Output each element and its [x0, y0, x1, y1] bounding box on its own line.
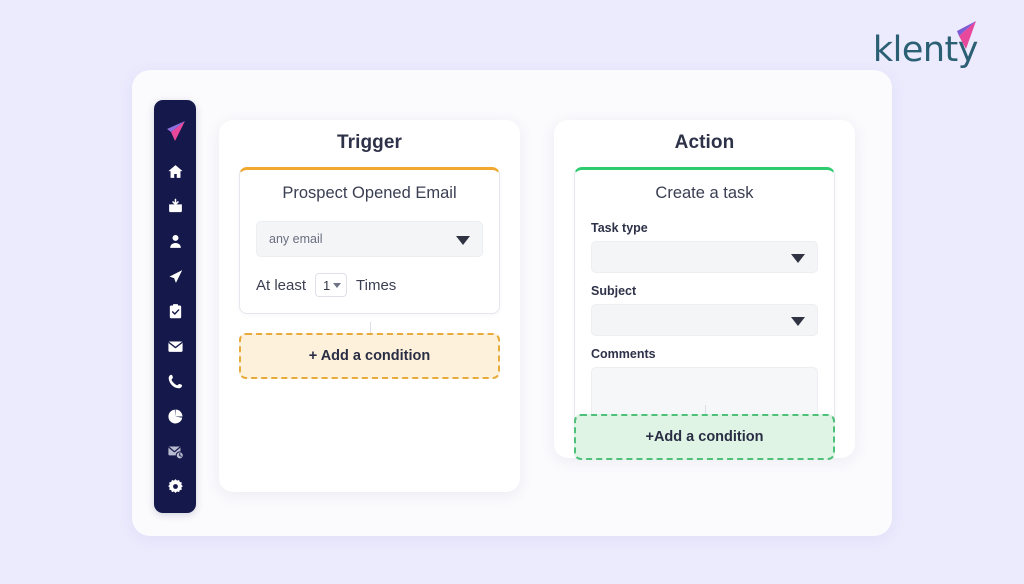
sidebar-item-prospects[interactable]	[154, 224, 196, 259]
sidebar-item-cadences[interactable]	[154, 259, 196, 294]
sidebar-item-home[interactable]	[154, 154, 196, 189]
trigger-occurrence-count-value: 1	[323, 277, 331, 293]
gear-icon	[167, 479, 183, 494]
task-type-select[interactable]	[591, 241, 818, 273]
trigger-node-card: Prospect Opened Email any email At least…	[239, 167, 500, 314]
trigger-email-select-value: any email	[269, 232, 323, 246]
trigger-occurrence-row: At least 1 Times	[256, 273, 483, 297]
workflow-canvas: Trigger Prospect Opened Email any email …	[219, 120, 878, 522]
chevron-down-icon	[456, 236, 470, 245]
app-window: Trigger Prospect Opened Email any email …	[132, 70, 892, 536]
action-panel: Action Create a task Task type Subject C…	[554, 120, 855, 460]
action-node-card: Create a task Task type Subject Comments	[574, 167, 835, 442]
chevron-down-icon	[791, 254, 805, 263]
subject-label: Subject	[591, 284, 637, 298]
times-label: Times	[356, 276, 397, 294]
phone-icon	[168, 374, 182, 389]
envelope-icon	[167, 341, 183, 352]
trigger-occurrence-count-select[interactable]: 1	[315, 273, 348, 297]
at-least-label: At least	[256, 276, 307, 294]
comments-label: Comments	[591, 347, 656, 361]
sidebar-item-reports[interactable]	[154, 399, 196, 434]
user-icon	[169, 234, 181, 248]
paper-plane-icon	[168, 270, 182, 283]
sidebar-item-dialer[interactable]	[154, 364, 196, 399]
action-add-condition-label: +Add a condition	[645, 429, 764, 445]
task-type-label: Task type	[591, 221, 648, 235]
action-node-title: Create a task	[655, 184, 754, 202]
trigger-panel: Trigger Prospect Opened Email any email …	[219, 120, 520, 492]
chevron-down-icon	[791, 317, 805, 326]
pie-chart-icon	[167, 409, 182, 424]
home-icon	[167, 165, 183, 178]
trigger-node-body: any email At least 1 Times	[240, 203, 499, 313]
action-panel-title: Action	[674, 132, 735, 153]
sidebar-logo-icon[interactable]	[154, 110, 196, 152]
sidebar-item-scheduled-emails[interactable]	[154, 434, 196, 469]
paper-plane-icon	[957, 21, 976, 49]
trigger-panel-title: Trigger	[336, 132, 403, 153]
chevron-down-icon	[333, 283, 342, 288]
klenty-plane-logo-icon	[167, 121, 185, 141]
sidebar-item-prospects-import[interactable]	[154, 189, 196, 224]
action-add-condition-button[interactable]: +Add a condition	[574, 414, 835, 460]
trigger-add-condition-button[interactable]: + Add a condition	[239, 333, 500, 379]
subject-select[interactable]	[591, 304, 818, 336]
sidebar	[154, 100, 196, 513]
sidebar-item-settings[interactable]	[154, 469, 196, 504]
trigger-email-select[interactable]: any email	[256, 221, 483, 257]
clipboard-check-icon	[169, 304, 181, 319]
sidebar-item-tasks[interactable]	[154, 294, 196, 329]
inbox-download-icon	[168, 198, 182, 213]
trigger-node-title: Prospect Opened Email	[282, 184, 457, 202]
sidebar-item-inbox[interactable]	[154, 329, 196, 364]
trigger-add-condition-label: + Add a condition	[308, 348, 431, 364]
klenty-logo: klenty	[873, 21, 979, 68]
mail-clock-icon	[167, 446, 184, 460]
